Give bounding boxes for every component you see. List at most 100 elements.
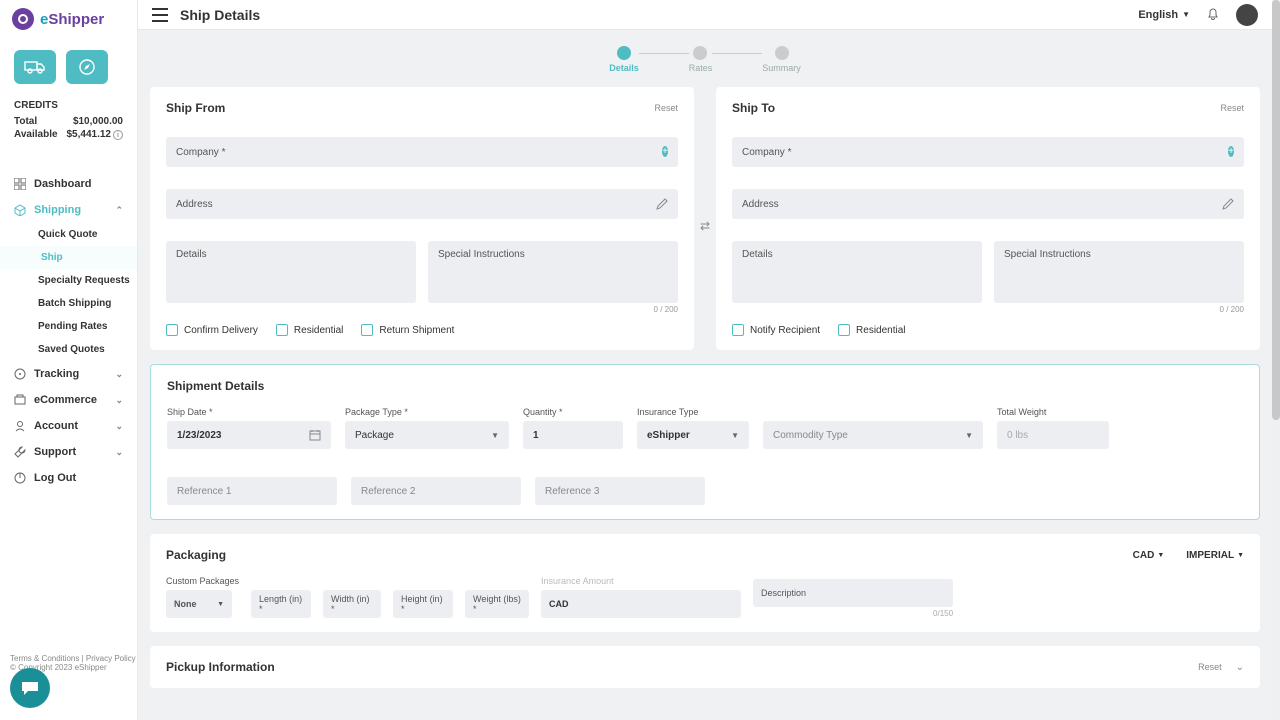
to-details-textarea[interactable]: Details [732,241,982,303]
nav-saved[interactable]: Saved Quotes [0,338,137,361]
chat-button[interactable] [10,668,50,708]
return-shipment-check[interactable]: Return Shipment [361,324,454,336]
chevron-down-icon: ▼ [731,431,739,440]
target-icon [14,368,26,380]
step-summary[interactable]: Summary [762,46,801,73]
quantity-input[interactable]: 1 [523,421,623,449]
chevron-down-icon: ⌄ [115,447,123,458]
from-company-input[interactable]: Company * + [166,137,678,167]
info-icon[interactable]: i [113,130,123,140]
nav-support[interactable]: Support⌄ [0,439,137,465]
from-address-input[interactable]: Address [166,189,678,219]
from-details-textarea[interactable]: Details [166,241,416,303]
privacy-link[interactable]: Privacy Policy [86,654,136,663]
ship-from-title: Ship From [166,101,225,115]
terms-link[interactable]: Terms & Conditions [10,654,79,663]
edit-icon[interactable] [1222,198,1234,210]
pickup-card: Pickup Information Reset ⌄ [150,646,1260,688]
from-residential-check[interactable]: Residential [276,324,343,336]
confirm-delivery-check[interactable]: Confirm Delivery [166,324,258,336]
custom-packages-label: Custom Packages [166,576,239,586]
chevron-up-icon: ⌃ [115,205,123,216]
ship-to-reset[interactable]: Reset [1220,103,1244,113]
credits-total: Total$10,000.00 [0,115,137,128]
box-icon [14,204,26,216]
currency-toggle[interactable]: CAD ▼ [1133,550,1165,561]
desc-char-count: 0/150 [753,609,953,618]
ship-to-card: Ship To Reset Company * + Address Detail… [716,87,1260,350]
add-icon[interactable]: + [662,146,668,157]
bell-icon[interactable] [1206,8,1220,22]
package-type-label: Package Type * [345,407,509,417]
chevron-down-icon[interactable]: ⌄ [1236,662,1244,673]
logo[interactable]: eShipper [0,8,137,40]
to-address-input[interactable]: Address [732,189,1244,219]
ship-to-title: Ship To [732,101,775,115]
chevron-down-icon: ▼ [491,431,499,440]
add-icon[interactable]: + [1228,146,1234,157]
nav-tracking[interactable]: Tracking⌄ [0,361,137,387]
total-weight-label: Total Weight [997,407,1109,417]
shipment-title: Shipment Details [167,379,1243,393]
custom-packages-select[interactable]: None▼ [166,590,232,618]
stepper: Details Rates Summary [150,46,1260,73]
package-type-select[interactable]: Package▼ [345,421,509,449]
reference-2-input[interactable]: Reference 2 [351,477,521,505]
nav-logout[interactable]: Log Out [0,465,137,491]
ship-from-reset[interactable]: Reset [654,103,678,113]
commodity-type-select[interactable]: Commodity Type▼ [763,421,983,449]
nav-ship[interactable]: Ship [0,246,137,269]
language-selector[interactable]: English ▼ [1138,9,1190,21]
to-residential-check[interactable]: Residential [838,324,905,336]
nav-quick-quote[interactable]: Quick Quote [0,223,137,246]
reference-1-input[interactable]: Reference 1 [167,477,337,505]
nav-batch[interactable]: Batch Shipping [0,292,137,315]
units-toggle[interactable]: IMPERIAL ▼ [1186,550,1244,561]
step-details[interactable]: Details [609,46,639,73]
grid-icon [14,178,26,190]
edit-icon[interactable] [656,198,668,210]
pickup-title: Pickup Information [166,660,275,674]
quantity-label: Quantity * [523,407,623,417]
to-company-input[interactable]: Company * + [732,137,1244,167]
swap-addresses-button[interactable]: ⇄ [696,217,714,235]
power-icon [14,472,26,484]
truck-icon-card[interactable] [14,50,56,84]
width-input[interactable]: Width (in) * [323,590,381,618]
pickup-reset[interactable]: Reset [1198,662,1222,672]
avatar[interactable] [1236,4,1258,26]
credits-heading: CREDITS [0,100,137,115]
height-input[interactable]: Height (in) * [393,590,453,618]
total-weight-display: 0 lbs [997,421,1109,449]
nav-shipping[interactable]: Shipping ⌃ [0,197,137,223]
insurance-amount-input[interactable]: CAD [541,590,741,618]
reference-3-input[interactable]: Reference 3 [535,477,705,505]
from-char-count: 0 / 200 [166,305,678,314]
length-input[interactable]: Length (in) * [251,590,311,618]
nav-account[interactable]: Account⌄ [0,413,137,439]
truck-icon [24,59,46,75]
packaging-card: Packaging CAD ▼ IMPERIAL ▼ Custom Packag… [150,534,1260,632]
nav-specialty[interactable]: Specialty Requests [0,269,137,292]
compass-icon-card[interactable] [66,50,108,84]
nav-dashboard[interactable]: Dashboard [0,171,137,197]
notify-recipient-check[interactable]: Notify Recipient [732,324,820,336]
step-rates[interactable]: Rates [689,46,713,73]
chat-icon [20,680,40,696]
description-input[interactable]: Description [753,579,953,607]
weight-input[interactable]: Weight (lbs) * [465,590,529,618]
chevron-down-icon: ⌄ [115,421,123,432]
to-instructions-textarea[interactable]: Special Instructions [994,241,1244,303]
from-instructions-textarea[interactable]: Special Instructions [428,241,678,303]
credits-available: Available $5,441.12i [0,128,137,141]
user-icon [14,420,26,432]
scrollbar[interactable] [1272,0,1280,720]
menu-toggle[interactable] [152,8,168,22]
nav-pending[interactable]: Pending Rates [0,315,137,338]
nav-ecommerce[interactable]: eCommerce⌄ [0,387,137,413]
chevron-down-icon: ⌄ [115,395,123,406]
insurance-type-select[interactable]: eShipper▼ [637,421,749,449]
ship-from-card: Ship From Reset Company * + Address Deta… [150,87,694,350]
ship-date-input[interactable]: 1/23/2023 [167,421,331,449]
shipment-details-card: Shipment Details Ship Date * 1/23/2023 P… [150,364,1260,520]
